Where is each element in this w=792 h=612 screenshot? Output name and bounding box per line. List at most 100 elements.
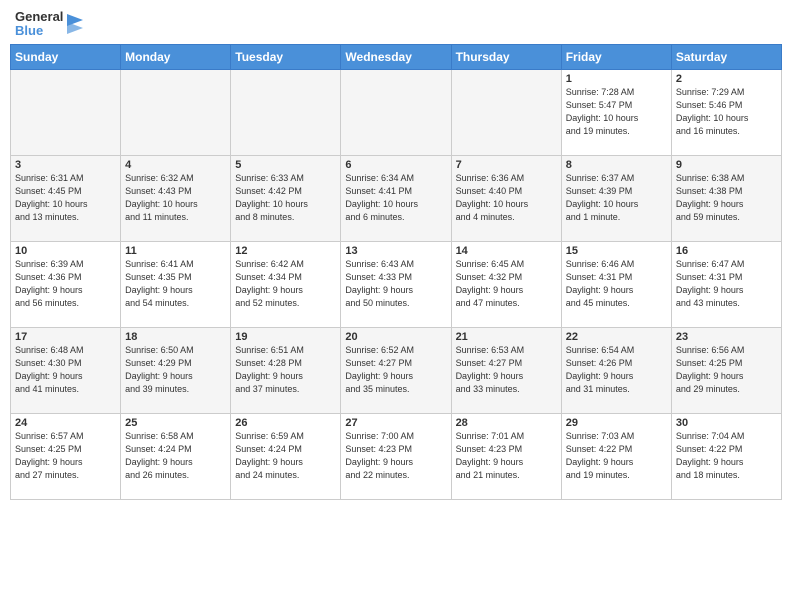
day-info: Sunrise: 6:38 AM Sunset: 4:38 PM Dayligh…	[676, 173, 745, 222]
day-number: 3	[15, 159, 116, 171]
day-number: 10	[15, 245, 116, 257]
day-number: 11	[125, 245, 226, 257]
day-number: 18	[125, 331, 226, 343]
day-of-week-header: Sunday	[11, 44, 121, 69]
calendar-day-cell: 20 Sunrise: 6:52 AM Sunset: 4:27 PM Dayli…	[341, 327, 451, 413]
day-of-week-header: Tuesday	[231, 44, 341, 69]
calendar-day-cell: 27 Sunrise: 7:00 AM Sunset: 4:23 PM Dayli…	[341, 413, 451, 499]
day-number: 9	[676, 159, 777, 171]
calendar-day-cell: 4 Sunrise: 6:32 AM Sunset: 4:43 PM Daylig…	[121, 155, 231, 241]
day-number: 21	[456, 331, 557, 343]
calendar-day-cell: 8 Sunrise: 6:37 AM Sunset: 4:39 PM Daylig…	[561, 155, 671, 241]
day-number: 7	[456, 159, 557, 171]
calendar-day-cell: 26 Sunrise: 6:59 AM Sunset: 4:24 PM Dayli…	[231, 413, 341, 499]
day-info: Sunrise: 6:56 AM Sunset: 4:25 PM Dayligh…	[676, 345, 745, 394]
calendar-day-cell	[11, 69, 121, 155]
calendar-day-cell: 13 Sunrise: 6:43 AM Sunset: 4:33 PM Dayli…	[341, 241, 451, 327]
calendar-day-cell	[231, 69, 341, 155]
day-info: Sunrise: 6:32 AM Sunset: 4:43 PM Dayligh…	[125, 173, 198, 222]
day-info: Sunrise: 6:43 AM Sunset: 4:33 PM Dayligh…	[345, 259, 414, 308]
day-number: 28	[456, 417, 557, 429]
day-number: 26	[235, 417, 336, 429]
day-of-week-header: Saturday	[671, 44, 781, 69]
day-info: Sunrise: 6:46 AM Sunset: 4:31 PM Dayligh…	[566, 259, 635, 308]
day-info: Sunrise: 6:59 AM Sunset: 4:24 PM Dayligh…	[235, 431, 304, 480]
day-number: 13	[345, 245, 446, 257]
day-info: Sunrise: 6:42 AM Sunset: 4:34 PM Dayligh…	[235, 259, 304, 308]
day-info: Sunrise: 6:41 AM Sunset: 4:35 PM Dayligh…	[125, 259, 194, 308]
calendar-day-cell: 16Sunrise: 6:47 AM Sunset: 4:31 PM Dayli…	[671, 241, 781, 327]
day-number: 30	[676, 417, 777, 429]
day-number: 25	[125, 417, 226, 429]
calendar-day-cell: 1Sunrise: 7:28 AM Sunset: 5:47 PM Daylig…	[561, 69, 671, 155]
day-number: 6	[345, 159, 446, 171]
day-number: 8	[566, 159, 667, 171]
calendar-day-cell: 6 Sunrise: 6:34 AM Sunset: 4:41 PM Daylig…	[341, 155, 451, 241]
calendar-day-cell: 15 Sunrise: 6:46 AM Sunset: 4:31 PM Dayli…	[561, 241, 671, 327]
day-info: Sunrise: 6:54 AM Sunset: 4:26 PM Dayligh…	[566, 345, 635, 394]
calendar-day-cell: 29Sunrise: 7:03 AM Sunset: 4:22 PM Dayli…	[561, 413, 671, 499]
day-number: 19	[235, 331, 336, 343]
day-number: 23	[676, 331, 777, 343]
calendar-day-cell: 19 Sunrise: 6:51 AM Sunset: 4:28 PM Dayli…	[231, 327, 341, 413]
day-info: Sunrise: 6:57 AM Sunset: 4:25 PM Dayligh…	[15, 431, 84, 480]
calendar-day-cell: 11 Sunrise: 6:41 AM Sunset: 4:35 PM Dayli…	[121, 241, 231, 327]
day-info: Sunrise: 6:48 AM Sunset: 4:30 PM Dayligh…	[15, 345, 84, 394]
calendar-day-cell	[451, 69, 561, 155]
day-info: Sunrise: 7:29 AM Sunset: 5:46 PM Dayligh…	[676, 87, 749, 136]
day-number: 5	[235, 159, 336, 171]
day-number: 15	[566, 245, 667, 257]
day-number: 14	[456, 245, 557, 257]
calendar-day-cell: 5 Sunrise: 6:33 AM Sunset: 4:42 PM Daylig…	[231, 155, 341, 241]
day-number: 17	[15, 331, 116, 343]
day-info: Sunrise: 6:45 AM Sunset: 4:32 PM Dayligh…	[456, 259, 525, 308]
day-info: Sunrise: 6:51 AM Sunset: 4:28 PM Dayligh…	[235, 345, 304, 394]
day-number: 12	[235, 245, 336, 257]
day-info: Sunrise: 6:31 AM Sunset: 4:45 PM Dayligh…	[15, 173, 88, 222]
calendar-day-cell: 25 Sunrise: 6:58 AM Sunset: 4:24 PM Dayli…	[121, 413, 231, 499]
day-info: Sunrise: 6:53 AM Sunset: 4:27 PM Dayligh…	[456, 345, 525, 394]
calendar-day-cell: 28 Sunrise: 7:01 AM Sunset: 4:23 PM Dayli…	[451, 413, 561, 499]
calendar-day-cell: 18 Sunrise: 6:50 AM Sunset: 4:29 PM Dayli…	[121, 327, 231, 413]
day-number: 4	[125, 159, 226, 171]
calendar-week-row: 3 Sunrise: 6:31 AM Sunset: 4:45 PM Daylig…	[11, 155, 782, 241]
day-info: Sunrise: 6:33 AM Sunset: 4:42 PM Dayligh…	[235, 173, 308, 222]
day-of-week-header: Friday	[561, 44, 671, 69]
calendar-day-cell: 21 Sunrise: 6:53 AM Sunset: 4:27 PM Dayli…	[451, 327, 561, 413]
day-info: Sunrise: 6:39 AM Sunset: 4:36 PM Dayligh…	[15, 259, 84, 308]
calendar-week-row: 1Sunrise: 7:28 AM Sunset: 5:47 PM Daylig…	[11, 69, 782, 155]
calendar-day-cell: 23 Sunrise: 6:56 AM Sunset: 4:25 PM Dayli…	[671, 327, 781, 413]
day-number: 29	[566, 417, 667, 429]
calendar-day-cell: 9 Sunrise: 6:38 AM Sunset: 4:38 PM Daylig…	[671, 155, 781, 241]
day-number: 16	[676, 245, 777, 257]
day-info: Sunrise: 6:34 AM Sunset: 4:41 PM Dayligh…	[345, 173, 418, 222]
day-info: Sunrise: 6:58 AM Sunset: 4:24 PM Dayligh…	[125, 431, 194, 480]
day-info: Sunrise: 7:00 AM Sunset: 4:23 PM Dayligh…	[345, 431, 414, 480]
day-number: 1	[566, 73, 667, 85]
calendar-day-cell: 30Sunrise: 7:04 AM Sunset: 4:22 PM Dayli…	[671, 413, 781, 499]
day-number: 24	[15, 417, 116, 429]
calendar-week-row: 10 Sunrise: 6:39 AM Sunset: 4:36 PM Dayli…	[11, 241, 782, 327]
logo-general-text: General	[15, 10, 63, 24]
calendar-body: 1Sunrise: 7:28 AM Sunset: 5:47 PM Daylig…	[11, 69, 782, 499]
day-info: Sunrise: 7:01 AM Sunset: 4:23 PM Dayligh…	[456, 431, 525, 480]
calendar-week-row: 24 Sunrise: 6:57 AM Sunset: 4:25 PM Dayli…	[11, 413, 782, 499]
day-number: 20	[345, 331, 446, 343]
calendar-day-cell: 17 Sunrise: 6:48 AM Sunset: 4:30 PM Dayli…	[11, 327, 121, 413]
calendar-day-cell: 14 Sunrise: 6:45 AM Sunset: 4:32 PM Dayli…	[451, 241, 561, 327]
day-of-week-header: Wednesday	[341, 44, 451, 69]
header: GeneralBlue	[0, 0, 792, 44]
calendar-day-cell: 22Sunrise: 6:54 AM Sunset: 4:26 PM Dayli…	[561, 327, 671, 413]
calendar-week-row: 17 Sunrise: 6:48 AM Sunset: 4:30 PM Dayli…	[11, 327, 782, 413]
calendar-day-cell	[121, 69, 231, 155]
calendar-day-cell: 10 Sunrise: 6:39 AM Sunset: 4:36 PM Dayli…	[11, 241, 121, 327]
day-info: Sunrise: 6:37 AM Sunset: 4:39 PM Dayligh…	[566, 173, 639, 222]
day-info: Sunrise: 6:36 AM Sunset: 4:40 PM Dayligh…	[456, 173, 529, 222]
day-of-week-header: Monday	[121, 44, 231, 69]
day-of-week-header: Thursday	[451, 44, 561, 69]
calendar-day-cell: 7 Sunrise: 6:36 AM Sunset: 4:40 PM Daylig…	[451, 155, 561, 241]
day-info: Sunrise: 6:50 AM Sunset: 4:29 PM Dayligh…	[125, 345, 194, 394]
day-info: Sunrise: 6:52 AM Sunset: 4:27 PM Dayligh…	[345, 345, 414, 394]
day-number: 27	[345, 417, 446, 429]
calendar-day-cell: 3 Sunrise: 6:31 AM Sunset: 4:45 PM Daylig…	[11, 155, 121, 241]
